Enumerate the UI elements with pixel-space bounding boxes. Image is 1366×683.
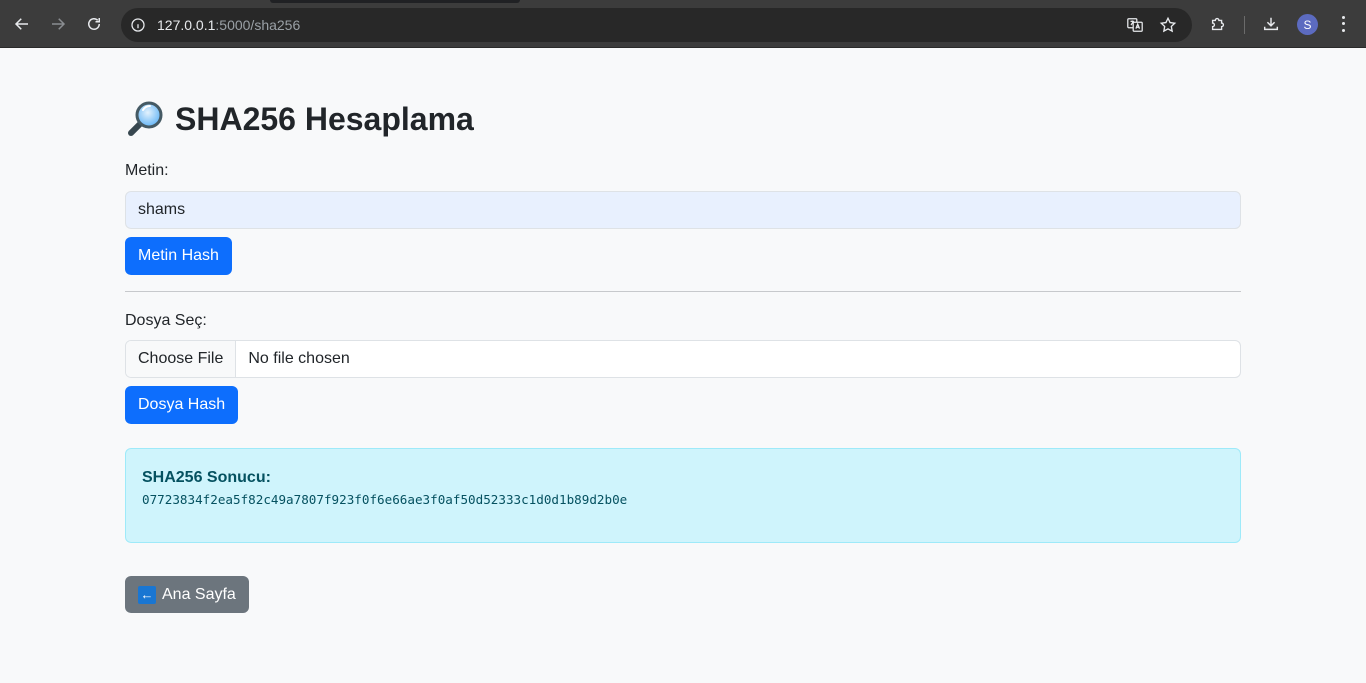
section-divider: [125, 291, 1241, 292]
kebab-menu-icon[interactable]: [1336, 14, 1350, 34]
result-alert: SHA256 Sonucu: 07723834f2ea5f82c49a7807f…: [125, 448, 1241, 543]
text-hash-button[interactable]: Metin Hash: [125, 237, 232, 275]
extensions-puzzle-icon[interactable]: [1208, 14, 1228, 34]
translate-icon[interactable]: [1126, 16, 1144, 34]
home-button[interactable]: ← Ana Sayfa: [125, 576, 249, 613]
file-label: Dosya Seç:: [125, 312, 207, 329]
page-title: SHA256 Hesaplama: [125, 99, 474, 139]
file-hash-button[interactable]: Dosya Hash: [125, 386, 239, 424]
forward-arrow-icon[interactable]: [46, 12, 70, 36]
text-label: Metin:: [125, 162, 169, 179]
left-arrow-emoji-icon: ←: [138, 585, 156, 604]
result-title: SHA256 Sonucu:: [142, 469, 271, 486]
file-status-text: No file chosen: [248, 350, 350, 367]
toolbar-separator: [1244, 16, 1245, 34]
choose-file-button[interactable]: Choose File: [126, 341, 237, 377]
magnifying-glass-icon: [128, 101, 163, 136]
page-body: SHA256 Hesaplama Metin: Metin Hash Dosya…: [0, 49, 1366, 683]
active-tab-edge: [270, 0, 520, 3]
address-bar[interactable]: 127.0.0.1:5000/sha256: [121, 8, 1192, 42]
result-hash: 07723834f2ea5f82c49a7807f923f0f6e66ae3f0…: [142, 492, 628, 507]
page-title-text: SHA256 Hesaplama: [175, 100, 474, 137]
downloads-icon[interactable]: [1261, 14, 1281, 34]
reload-icon[interactable]: [82, 12, 106, 36]
browser-toolbar: 127.0.0.1:5000/sha256 S: [0, 0, 1366, 48]
site-info-icon[interactable]: [129, 16, 147, 34]
home-button-label: Ana Sayfa: [162, 585, 236, 603]
file-input[interactable]: Choose File No file chosen: [125, 340, 1241, 378]
back-arrow-icon[interactable]: [10, 12, 34, 36]
bookmark-star-icon[interactable]: [1159, 16, 1177, 34]
text-input[interactable]: [125, 191, 1241, 229]
profile-avatar[interactable]: S: [1297, 14, 1318, 35]
url-text[interactable]: 127.0.0.1:5000/sha256: [157, 17, 300, 33]
